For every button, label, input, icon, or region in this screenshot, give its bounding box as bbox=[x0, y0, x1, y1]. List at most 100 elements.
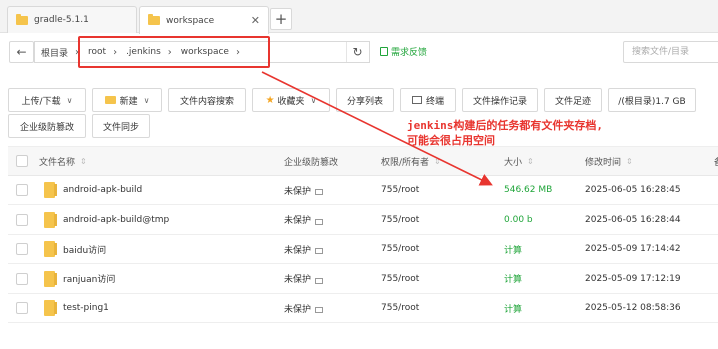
add-tab-button[interactable]: + bbox=[270, 8, 292, 30]
file-op-log-button[interactable]: 文件操作记录 bbox=[462, 88, 538, 112]
checkbox[interactable] bbox=[16, 184, 28, 196]
terminal-label: 终端 bbox=[425, 96, 444, 107]
feedback-link[interactable]: 需求反馈 bbox=[380, 45, 427, 58]
table-row[interactable]: test-ping1 未保护 755/root 计算 2025-05-12 08:58:… bbox=[8, 294, 718, 323]
chevron-down-icon: ∨ bbox=[310, 95, 317, 105]
upload-download-label: 上传/下载 bbox=[21, 96, 61, 107]
terminal-icon bbox=[411, 96, 422, 104]
table-row[interactable]: android-apk-build 未保护 755/root 546.62 MB 202… bbox=[8, 176, 718, 205]
table-row[interactable]: ranjuan访问 未保护 755/root 计算 2025-05-09 17:12:1… bbox=[8, 264, 718, 294]
tab-bar: gradle-5.1.1 workspace ✕ + bbox=[0, 0, 718, 34]
size-cell[interactable]: 计算 bbox=[504, 235, 522, 263]
table-row[interactable]: android-apk-build@tmp 未保护 755/root 0.00 b 20… bbox=[8, 205, 718, 235]
close-icon[interactable]: ✕ bbox=[251, 14, 260, 27]
annotation-note: jenkins构建后的任务都有文件夹存档, 可能会很占用空间 bbox=[407, 118, 603, 148]
breadcrumb-root-dir[interactable]: 根目录 bbox=[35, 46, 72, 59]
tamper-cell[interactable]: 未保护 bbox=[284, 176, 324, 204]
file-name[interactable]: android-apk-build@tmp bbox=[63, 215, 169, 225]
mtime-cell: 2025-06-05 16:28:44 bbox=[585, 214, 681, 225]
file-name-cell[interactable]: ranjuan访问 bbox=[44, 265, 115, 293]
search-input[interactable]: 搜索文件/目录 bbox=[623, 41, 718, 63]
checkbox[interactable] bbox=[16, 272, 28, 285]
size-cell[interactable]: 0.00 b bbox=[504, 206, 533, 234]
row-checkbox[interactable] bbox=[16, 206, 28, 234]
tamper-proof-button[interactable]: 企业级防篡改 bbox=[8, 114, 86, 138]
tamper-cell[interactable]: 未保护 bbox=[284, 206, 324, 234]
perm-cell[interactable]: 755/root bbox=[381, 206, 419, 234]
favorites-button[interactable]: ★ 收藏夹 ∨ bbox=[252, 88, 330, 112]
file-footprint-button[interactable]: 文件足迹 bbox=[544, 88, 602, 112]
tamper-status: 未保护 bbox=[284, 275, 312, 285]
mtime-cell: 2025-05-09 17:14:42 bbox=[585, 244, 681, 254]
row-checkbox[interactable] bbox=[16, 265, 28, 293]
tamper-status: 未保护 bbox=[284, 245, 312, 256]
header-name[interactable]: 文件名称 ⇕ bbox=[39, 147, 87, 175]
table-header: 文件名称 ⇕ 企业级防篡改 权限/所有者 ⇕ 大小 ⇕ 修改时间 ⇕ 备 bbox=[8, 146, 718, 176]
new-label: 新建 bbox=[119, 96, 138, 107]
file-name-cell[interactable]: test-ping1 bbox=[44, 294, 109, 322]
file-name[interactable]: ranjuan访问 bbox=[63, 272, 115, 285]
file-name-cell[interactable]: android-apk-build@tmp bbox=[44, 206, 169, 234]
protect-icon[interactable] bbox=[315, 218, 324, 225]
share-list-button[interactable]: 分享列表 bbox=[336, 88, 394, 112]
protect-icon[interactable] bbox=[315, 307, 324, 313]
perm-cell[interactable]: 755/root bbox=[381, 265, 419, 293]
chevron-down-icon: ∨ bbox=[66, 95, 73, 105]
table-row[interactable]: baidu访问 未保护 755/root 计算 2025-05-09 17:14:42 bbox=[8, 235, 718, 264]
new-folder-icon bbox=[104, 96, 116, 104]
row-checkbox[interactable] bbox=[16, 294, 28, 322]
select-all-checkbox[interactable] bbox=[16, 147, 28, 175]
header-name-label: 文件名称 bbox=[39, 157, 76, 168]
size-cell[interactable]: 546.62 MB bbox=[504, 176, 552, 204]
tamper-cell[interactable]: 未保护 bbox=[284, 235, 324, 263]
header-size-label: 大小 bbox=[504, 157, 523, 168]
header-size[interactable]: 大小 ⇕ bbox=[504, 147, 534, 175]
perm-cell[interactable]: 755/root bbox=[381, 176, 419, 204]
tamper-cell[interactable]: 未保护 bbox=[284, 294, 324, 322]
header-tamper: 企业级防篡改 bbox=[284, 157, 339, 168]
mtime-cell: 2025-06-05 16:28:45 bbox=[585, 185, 681, 195]
disk-button[interactable]: /(根目录)1.7 GB bbox=[608, 88, 696, 112]
checkbox[interactable] bbox=[16, 302, 28, 314]
row-checkbox[interactable] bbox=[16, 176, 28, 204]
back-button[interactable]: ← bbox=[9, 41, 34, 63]
mtime-cell: 2025-05-09 17:12:19 bbox=[585, 273, 681, 284]
upload-download-button[interactable]: 上传/下载 ∨ bbox=[8, 88, 86, 112]
file-name[interactable]: test-ping1 bbox=[63, 303, 109, 313]
file-name-cell[interactable]: android-apk-build bbox=[44, 176, 142, 204]
sort-icon[interactable]: ⇕ bbox=[80, 157, 87, 166]
sort-icon[interactable]: ⇕ bbox=[434, 157, 441, 166]
content-search-button[interactable]: 文件内容搜索 bbox=[168, 88, 246, 112]
chevron-down-icon: ∨ bbox=[143, 95, 150, 105]
folder-icon bbox=[44, 241, 57, 257]
tab-gradle[interactable]: gradle-5.1.1 bbox=[7, 6, 137, 33]
checkbox[interactable] bbox=[16, 243, 28, 255]
size-cell[interactable]: 计算 bbox=[504, 265, 522, 293]
header-mtime[interactable]: 修改时间 ⇕ bbox=[585, 147, 633, 175]
new-button[interactable]: 新建 ∨ bbox=[92, 88, 162, 112]
file-name-cell[interactable]: baidu访问 bbox=[44, 235, 106, 263]
annotation-line-1: jenkins构建后的任务都有文件夹存档, bbox=[407, 119, 603, 132]
sort-icon[interactable]: ⇕ bbox=[626, 157, 633, 166]
sort-icon[interactable]: ⇕ bbox=[527, 157, 534, 166]
refresh-button[interactable]: ↻ bbox=[346, 42, 368, 62]
file-name[interactable]: baidu访问 bbox=[63, 243, 106, 256]
tab-label: gradle-5.1.1 bbox=[34, 15, 89, 25]
checkbox[interactable] bbox=[16, 213, 28, 226]
tamper-cell[interactable]: 未保护 bbox=[284, 265, 324, 293]
tamper-status: 未保护 bbox=[284, 304, 312, 315]
row-checkbox[interactable] bbox=[16, 235, 28, 263]
perm-cell[interactable]: 755/root bbox=[381, 235, 419, 263]
protect-icon[interactable] bbox=[315, 248, 324, 254]
size-cell[interactable]: 计算 bbox=[504, 294, 522, 322]
checkbox[interactable] bbox=[16, 155, 28, 167]
terminal-button[interactable]: 终端 bbox=[400, 88, 456, 112]
file-sync-button[interactable]: 文件同步 bbox=[92, 114, 150, 138]
perm-cell[interactable]: 755/root bbox=[381, 294, 419, 322]
protect-icon[interactable] bbox=[315, 277, 324, 284]
header-perm[interactable]: 权限/所有者 ⇕ bbox=[381, 147, 441, 175]
header-mtime-label: 修改时间 bbox=[585, 157, 622, 168]
file-name[interactable]: android-apk-build bbox=[63, 185, 142, 195]
tab-workspace[interactable]: workspace ✕ bbox=[139, 6, 269, 34]
protect-icon[interactable] bbox=[315, 189, 324, 195]
